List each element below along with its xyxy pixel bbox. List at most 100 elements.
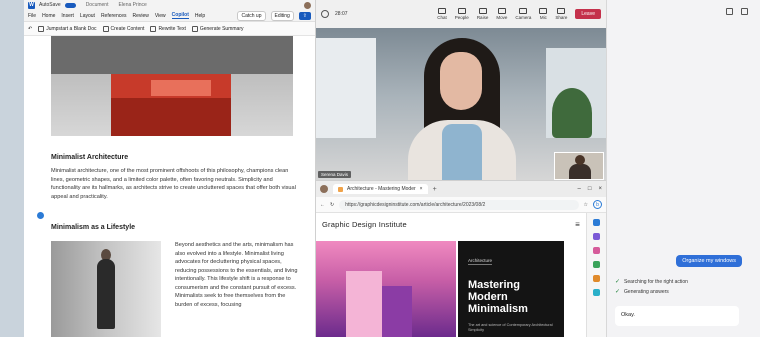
document-title: Document [85, 2, 109, 8]
catch-up-button[interactable]: Catch up [237, 10, 266, 21]
undo-icon[interactable]: ↶ [28, 26, 32, 32]
camera-icon [519, 8, 528, 14]
rewrite-text-button[interactable]: Rewrite Text [150, 25, 186, 32]
ribbon-tabs: File Home Insert Layout References Revie… [24, 10, 315, 22]
hand-icon [478, 8, 487, 14]
url-input[interactable]: https://graphicdesigninstitute.com/artic… [339, 199, 579, 210]
article-hero: Architecture Mastering Modern Minimalism… [316, 241, 586, 337]
close-pane-icon[interactable] [741, 7, 748, 15]
heading-minimalism-lifestyle: Minimalism as a Lifestyle [51, 224, 136, 231]
step-searching: ✓ Searching for the right action [615, 278, 688, 286]
maximize-icon[interactable]: □ [588, 186, 592, 192]
chat-label: Chat [437, 15, 447, 20]
article-subtitle: The art and science of Contemporary Arch… [468, 323, 553, 332]
document-canvas[interactable]: Minimalist Architecture Minimalist archi… [24, 36, 315, 337]
person-image [51, 241, 161, 337]
avatar[interactable] [304, 1, 311, 9]
tab-file[interactable]: File [28, 13, 36, 19]
check-icon: ✓ [615, 289, 621, 295]
favorites-icon[interactable]: ☆ [584, 202, 588, 208]
new-tab-icon[interactable]: + [433, 186, 437, 193]
step-generating-label: Generating answers [624, 288, 669, 295]
category-tag[interactable]: Architecture [468, 258, 493, 265]
self-view-video[interactable] [554, 152, 604, 180]
camera-label: Camera [515, 15, 532, 20]
people-button[interactable]: People [455, 8, 469, 20]
speaker-name: Serena Davis [318, 171, 352, 178]
jumpstart-button[interactable]: Jumpstart a Blank Doc [38, 25, 97, 32]
desktop-background [0, 0, 24, 337]
editing-dropdown[interactable]: Editing [270, 10, 294, 21]
new-chat-icon[interactable] [726, 7, 733, 15]
close-icon[interactable]: × [598, 186, 602, 192]
mic-button[interactable]: Mic [539, 8, 548, 20]
create-content-button[interactable]: Create Content [102, 25, 145, 32]
profile-avatar[interactable] [320, 185, 328, 193]
account-name: Elena Prince [118, 2, 147, 8]
minimize-icon[interactable]: – [578, 186, 581, 192]
raise-button[interactable]: Raise [476, 8, 489, 20]
doc-icon [38, 25, 45, 32]
outlook-icon[interactable] [593, 289, 600, 296]
tab-references[interactable]: References [101, 13, 127, 19]
article-title: Mastering Modern Minimalism [468, 279, 528, 315]
tab-layout[interactable]: Layout [80, 13, 95, 19]
summary-icon [191, 25, 198, 32]
pink-architecture-image [316, 241, 456, 337]
word-logo-icon: W [28, 1, 35, 9]
site-name[interactable]: Graphic Design Institute [322, 220, 407, 229]
copilot-pane: Organize my windows ✓ Searching for the … [606, 0, 760, 337]
autosave-toggle[interactable] [64, 2, 76, 8]
create-content-label: Create Content [110, 25, 145, 32]
back-icon[interactable]: ← [320, 202, 325, 208]
mic-icon [539, 8, 548, 14]
paragraph-lifestyle: Beyond aesthetics and the arts, minimali… [175, 242, 298, 308]
rewrite-label: Rewrite Text [158, 25, 186, 32]
close-tab-icon[interactable]: × [420, 186, 423, 192]
copilot-icon[interactable] [37, 212, 44, 219]
favicon-icon [338, 186, 343, 192]
share-icon[interactable]: ⇪ [298, 11, 311, 20]
shield-icon [321, 10, 329, 18]
shopping-icon[interactable] [593, 233, 600, 240]
raise-label: Raise [476, 15, 489, 20]
address-bar: ← ↻ https://graphicdesigninstitute.com/a… [316, 197, 606, 213]
games-icon[interactable] [593, 261, 600, 268]
generate-summary-button[interactable]: Generate Summary [191, 25, 244, 32]
tab-view[interactable]: View [155, 13, 166, 19]
hamburger-menu-icon[interactable]: ≡ [575, 220, 580, 229]
office-icon[interactable] [593, 275, 600, 282]
step-searching-label: Searching for the right action [624, 278, 688, 285]
tab-help[interactable]: Help [195, 13, 205, 19]
refresh-icon[interactable]: ↻ [330, 202, 334, 208]
tab-home[interactable]: Home [42, 13, 55, 19]
chat-button[interactable]: Chat [437, 8, 447, 20]
word-title-bar: W AutoSave Document Elena Prince [24, 0, 315, 10]
people-label: People [454, 15, 469, 20]
site-header: Graphic Design Institute ≡ [316, 213, 586, 235]
meeting-toolbar: 28:07 Chat People Raise Move Camera Mic … [316, 0, 606, 28]
browser-tab-bar: Architecture - Mastering Moder × + – □ × [316, 181, 606, 197]
move-button[interactable]: Move [496, 8, 507, 20]
meeting-timer: 28:07 [335, 11, 348, 17]
copilot-sidebar-icon[interactable]: b [593, 200, 602, 209]
create-icon [102, 25, 109, 32]
tab-insert[interactable]: Insert [61, 13, 74, 19]
window-controls: – □ × [578, 186, 602, 192]
camera-button[interactable]: Camera [515, 8, 531, 20]
tab-review[interactable]: Review [133, 13, 149, 19]
chat-icon [438, 8, 447, 14]
heading-minimalist-architecture: Minimalist Architecture [51, 154, 129, 161]
hero-panel: Architecture Mastering Modern Minimalism… [458, 241, 564, 337]
tab-copilot[interactable]: Copilot [171, 12, 189, 19]
rewrite-icon [150, 25, 157, 32]
step-generating: ✓ Generating answers [615, 288, 669, 296]
search-icon[interactable] [593, 219, 600, 226]
leave-button[interactable]: Leave [575, 9, 601, 19]
move-label: Move [496, 15, 508, 20]
user-prompt-bubble: Organize my windows [676, 255, 742, 267]
paragraph-architecture: Minimalist architecture, one of the most… [51, 168, 296, 200]
tools-icon[interactable] [593, 247, 600, 254]
browser-tab[interactable]: Architecture - Mastering Moder × [333, 184, 428, 194]
share-button[interactable]: Share [555, 8, 567, 20]
